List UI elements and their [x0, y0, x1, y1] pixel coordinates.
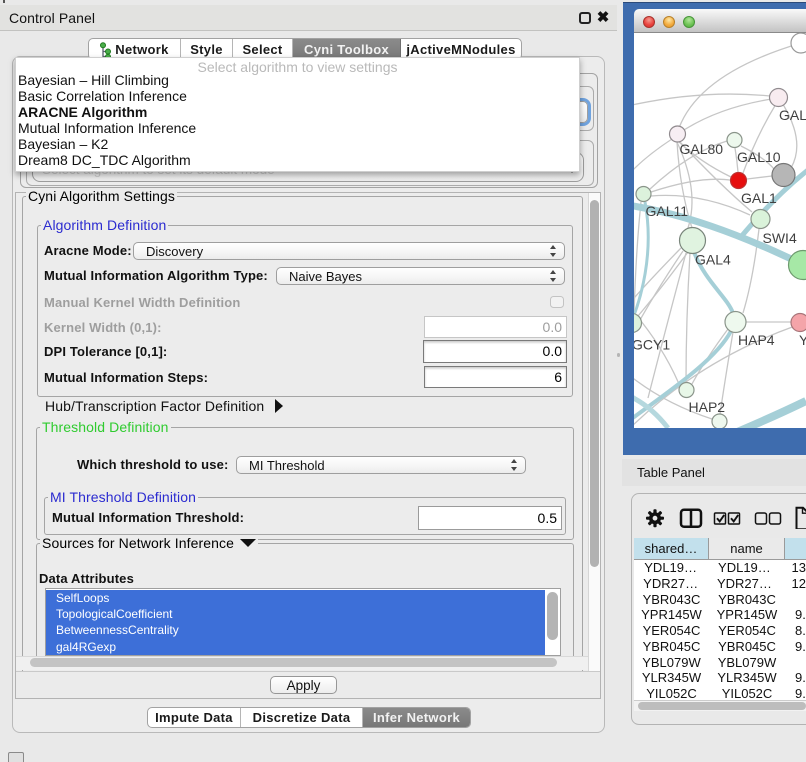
svg-text:GAL10: GAL10	[737, 149, 781, 165]
svg-text:GAL1: GAL1	[741, 190, 777, 206]
svg-text:HAP4: HAP4	[738, 332, 775, 348]
svg-text:HAP2: HAP2	[689, 399, 726, 415]
svg-text:SWI4: SWI4	[763, 230, 797, 246]
svg-text:GAL11: GAL11	[646, 203, 689, 219]
svg-text:GAL: GAL	[779, 107, 806, 123]
svg-text:GCY1: GCY1	[634, 337, 670, 353]
svg-text:Y: Y	[799, 332, 806, 348]
svg-text:GAL4: GAL4	[695, 252, 731, 268]
svg-text:GAL80: GAL80	[680, 141, 724, 157]
